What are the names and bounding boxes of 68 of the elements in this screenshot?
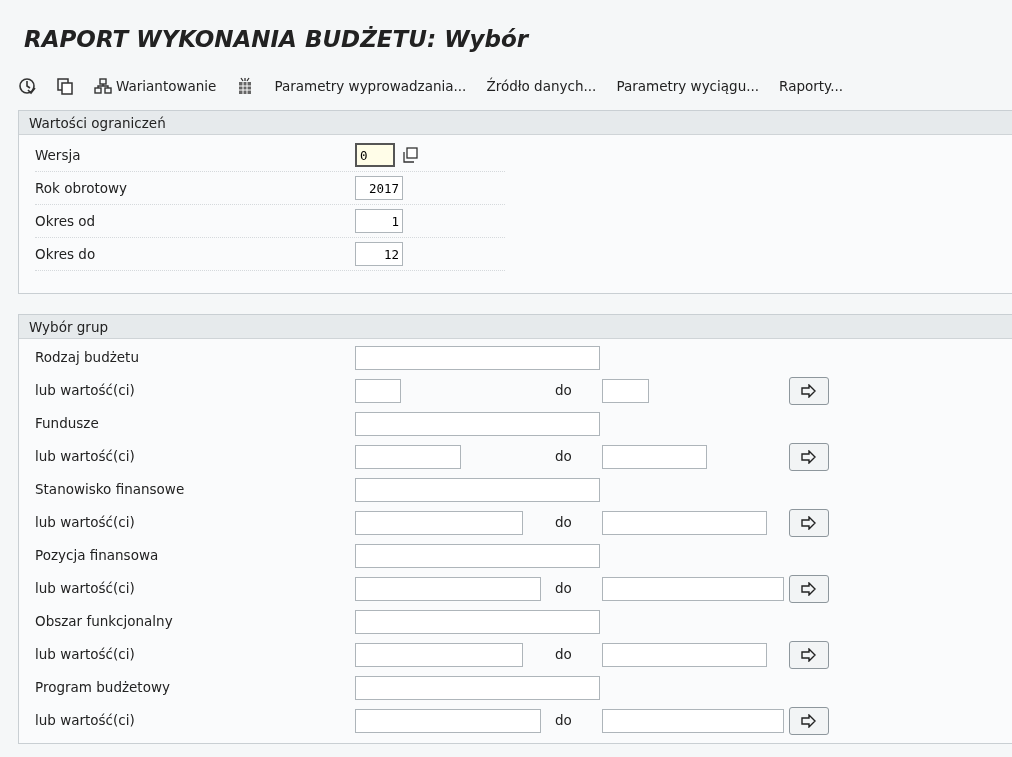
section-header: Wartości ograniczeń [19,111,1012,135]
arrow-right-icon [801,647,817,662]
field-label: Pozycja finansowa [35,546,160,566]
input-field[interactable] [355,378,401,403]
input-field[interactable] [355,609,600,634]
input-field[interactable]: 12 [355,242,403,266]
field-label: do [554,579,573,599]
field-label: lub wartość(ci) [35,579,136,599]
field-label: Okres od [35,211,97,231]
multiple-selection-button[interactable] [789,706,829,735]
arrow-right-icon [801,581,817,596]
multiple-selection-button[interactable] [789,508,829,537]
input-field[interactable] [602,510,767,535]
input-field[interactable] [355,510,523,535]
input-field[interactable]: 2017 [355,176,403,200]
toolbar-button[interactable]: Parametry wyciągu... [616,75,760,97]
page-title: RAPORT WYKONANIA BUDŻETU: Wybór [23,25,531,54]
input-field[interactable] [602,444,707,469]
field-label: Okres do [35,244,97,264]
arrow-right-icon [801,713,817,728]
input-field[interactable] [355,576,541,601]
input-field[interactable] [355,642,523,667]
value-help-icon[interactable] [401,147,418,163]
clock-button[interactable] [18,77,36,95]
input-field[interactable] [355,675,600,700]
input-field[interactable] [355,411,600,436]
field-label: Rok obrotowy [35,178,129,198]
field-label: lub wartość(ci) [35,711,136,731]
toolbar-button[interactable]: Wariantowanie [94,75,217,97]
field-label: lub wartość(ci) [35,447,136,467]
toolbar-button[interactable]: Raporty... [779,75,844,97]
field-label: do [554,711,573,731]
toolbar-button[interactable]: Parametry wyprowadzania... [274,75,467,97]
field-label: Wersja [35,145,82,165]
input-field[interactable] [602,576,784,601]
field-label: Program budżetowy [35,678,171,698]
multiple-selection-button[interactable] [789,442,829,471]
input-field[interactable] [355,444,461,469]
arrow-right-icon [801,515,817,530]
input-field[interactable] [355,708,541,733]
field-label: lub wartość(ci) [35,645,136,665]
multiple-selection-button[interactable] [789,640,829,669]
input-field[interactable] [355,345,600,370]
field-label: do [554,513,573,533]
input-field[interactable] [602,708,784,733]
field-label: Fundusze [35,414,100,434]
multiple-selection-button[interactable] [789,376,829,405]
input-field[interactable]: 0 [355,143,395,167]
hierarchy-icon [94,77,112,95]
field-label: do [554,447,573,467]
field-label: Obszar funkcjonalny [35,612,174,632]
field-label: lub wartość(ci) [35,381,136,401]
input-field[interactable] [602,378,649,403]
input-field[interactable] [355,477,600,502]
input-field[interactable]: 1 [355,209,403,233]
field-label: do [554,645,573,665]
arrow-right-icon [801,449,817,464]
field-label: lub wartość(ci) [35,513,136,533]
field-label: Stanowisko finansowe [35,480,186,500]
input-field[interactable] [355,543,600,568]
arrow-right-icon [801,383,817,398]
toolbar-button[interactable]: Źródło danych... [486,75,597,97]
multiple-selection-button[interactable] [789,574,829,603]
copy-button[interactable] [56,77,74,95]
field-label: do [554,381,573,401]
input-field[interactable] [602,642,767,667]
section-header: Wybór grup [19,315,1012,339]
field-label: Rodzaj budżetu [35,348,140,368]
